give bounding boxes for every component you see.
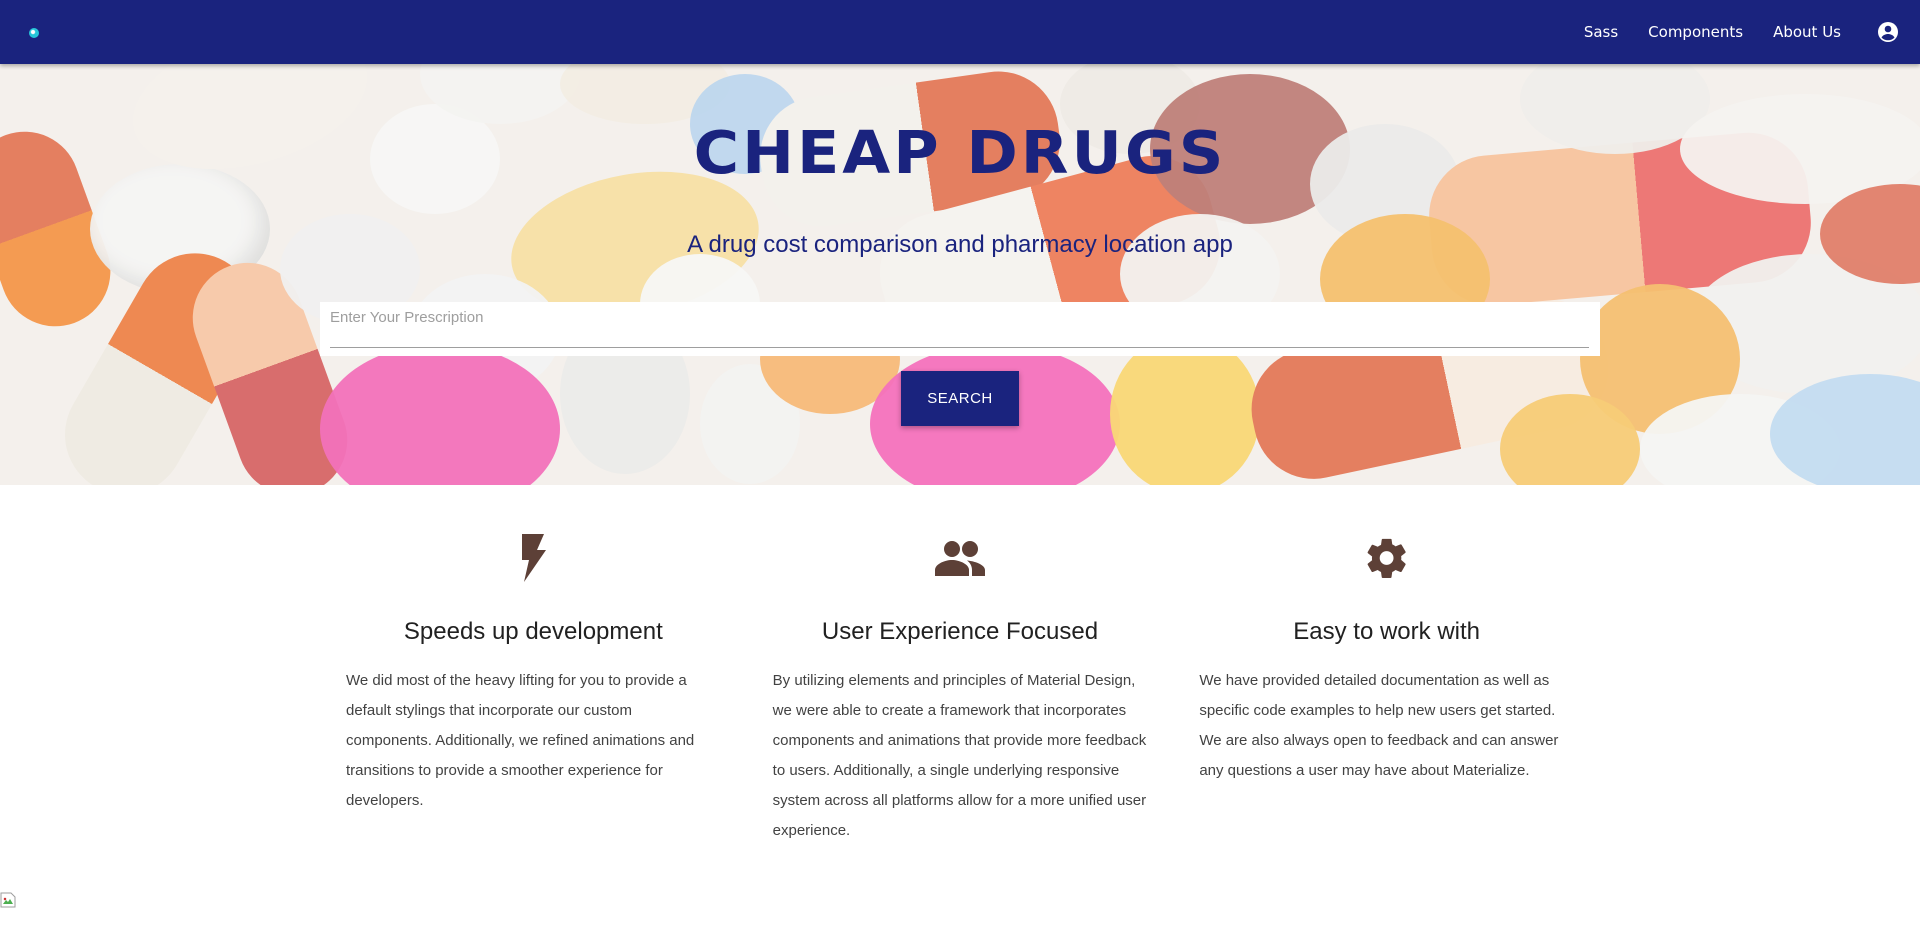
search-box [320,302,1600,356]
search-button[interactable]: SEARCH [901,371,1019,426]
features-section: Speeds up development We did most of the… [320,528,1600,846]
logo-icon[interactable] [29,28,39,38]
page-subtitle: A drug cost comparison and pharmacy loca… [687,231,1233,258]
feature-speed: Speeds up development We did most of the… [320,528,747,846]
account-circle-icon[interactable] [1856,0,1920,64]
feature-title: Speeds up development [403,618,663,645]
feature-easy: Easy to work with We have provided detai… [1173,528,1600,846]
nav-link-about-us[interactable]: About Us [1758,0,1856,64]
feature-text: We have provided detailed documentation … [1199,672,1559,779]
nav-link-sass[interactable]: Sass [1569,0,1633,64]
navbar: Sass Components About Us [0,0,1920,64]
broken-image-icon [0,892,16,908]
prescription-search-input[interactable] [330,306,1589,348]
page-title: CHEAP DRUGS [693,117,1227,188]
settings-icon [1199,528,1574,588]
nav-links: Sass Components About Us [1569,0,1920,64]
feature-text: By utilizing elements and principles of … [772,672,1147,839]
feature-title: User Experience Focused [821,618,1099,645]
feature-ux: User Experience Focused By utilizing ele… [747,528,1174,846]
feature-title: Easy to work with [1293,618,1480,645]
feature-text: We did most of the heavy lifting for you… [346,672,695,809]
group-icon [773,528,1148,588]
hero-section: CHEAP DRUGS A drug cost comparison and p… [0,64,1920,485]
flash-icon [346,528,721,588]
nav-link-components[interactable]: Components [1633,0,1758,64]
